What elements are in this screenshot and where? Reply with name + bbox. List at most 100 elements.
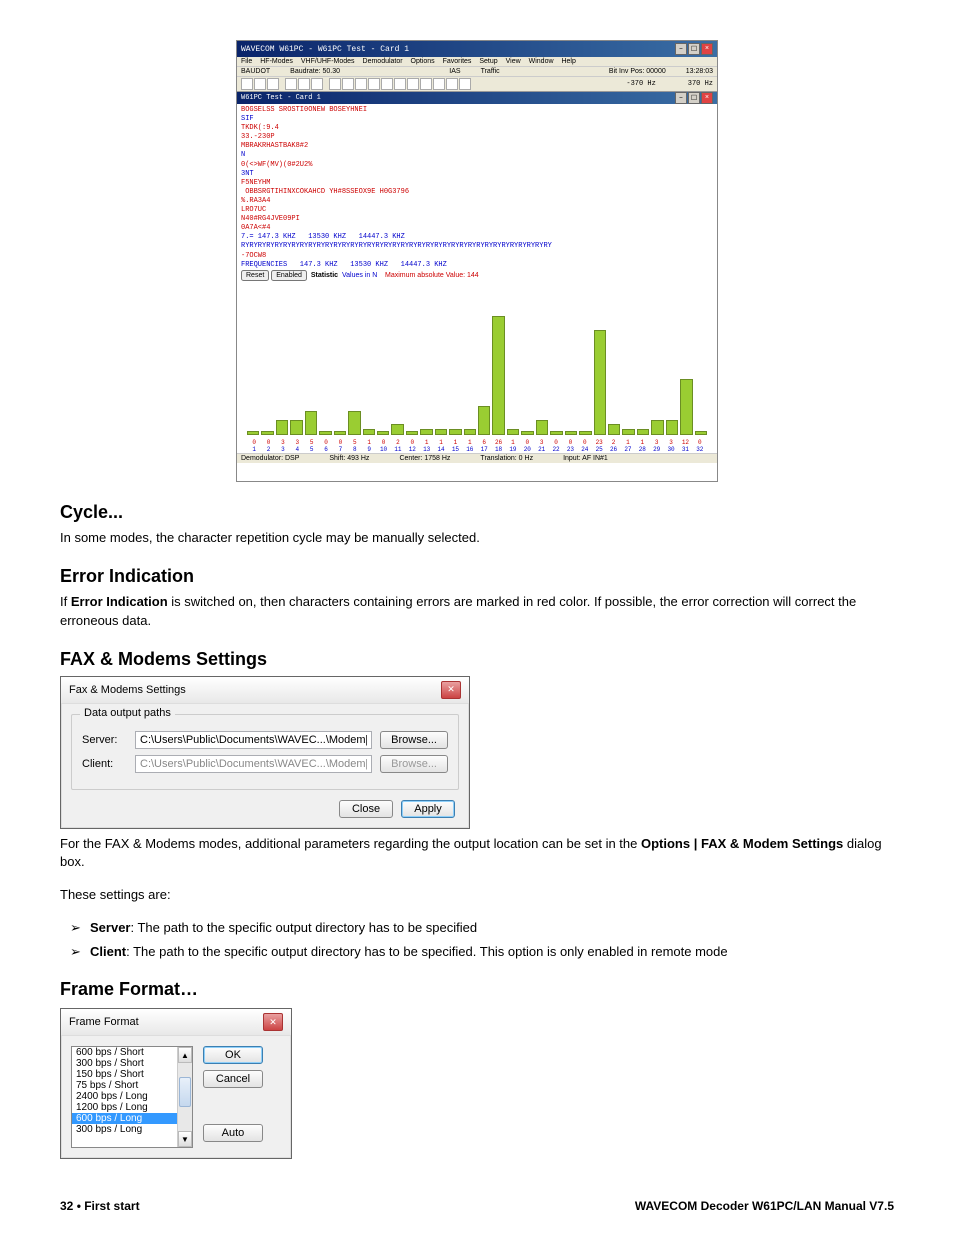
doc-title: W61PC Test - Card 1 <box>241 94 321 102</box>
apply-button[interactable]: Apply <box>401 800 455 818</box>
chart-bar <box>449 429 461 436</box>
freq-right: 370 Hz <box>688 80 713 88</box>
menu-window[interactable]: Window <box>529 58 554 65</box>
chart-bar <box>521 431 533 435</box>
menu-view[interactable]: View <box>506 58 521 65</box>
frame-format-listbox[interactable]: 600 bps / Short300 bps / Short150 bps / … <box>71 1046 193 1148</box>
chart-bar <box>579 431 591 435</box>
chart-bar <box>492 316 504 435</box>
minimize-button[interactable]: – <box>675 43 687 55</box>
chart-bar <box>391 424 403 435</box>
status-shift: Shift: 493 Hz <box>329 455 369 462</box>
list-item[interactable]: 1200 bps / Long <box>72 1102 192 1113</box>
terminal-output: BOGSELSS SROSTI0ONEW BOSEYHNEISIFTKDK(:9… <box>237 104 717 268</box>
list-item: Client: The path to the specific output … <box>90 943 894 961</box>
toolbar-button[interactable] <box>459 78 471 90</box>
toolbar-button[interactable] <box>420 78 432 90</box>
toolbar-button[interactable] <box>329 78 341 90</box>
chart-bar <box>261 431 273 435</box>
close-icon[interactable]: ✕ <box>441 681 461 699</box>
scroll-up-icon[interactable]: ▲ <box>178 1047 192 1063</box>
toolbar-button[interactable] <box>433 78 445 90</box>
toolbar-button[interactable] <box>368 78 380 90</box>
status-bar: Demodulator: DSP Shift: 493 Hz Center: 1… <box>237 453 717 463</box>
toolbar-button[interactable] <box>446 78 458 90</box>
chart-bar <box>637 429 649 436</box>
chart-bar <box>651 420 663 436</box>
client-path-input <box>135 755 372 773</box>
server-path-input[interactable] <box>135 731 372 749</box>
doc-min[interactable]: – <box>675 92 687 104</box>
list-item[interactable]: 150 bps / Short <box>72 1069 192 1080</box>
close-icon[interactable]: ✕ <box>263 1013 283 1031</box>
window-title: WAVECOM W61PC - W61PC Test - Card 1 <box>241 45 409 54</box>
menu-setup[interactable]: Setup <box>479 58 497 65</box>
menu-vhf[interactable]: VHF/UHF-Modes <box>301 58 355 65</box>
menubar[interactable]: File HF-Modes VHF/UHF-Modes Demodulator … <box>237 57 717 67</box>
menu-help[interactable]: Help <box>561 58 575 65</box>
toolbar-button[interactable] <box>342 78 354 90</box>
maximize-button[interactable]: ☐ <box>688 43 700 55</box>
scrollbar[interactable]: ▲ ▼ <box>177 1047 192 1147</box>
chart-area: 0102333455060758190102110121131141151166… <box>237 283 717 453</box>
toolbar-button[interactable] <box>241 78 253 90</box>
server-browse-button[interactable]: Browse... <box>380 731 448 749</box>
toolbar[interactable]: -370 Hz 370 Hz <box>237 77 717 92</box>
cycle-paragraph: In some modes, the character repetition … <box>60 529 894 548</box>
chart-bar <box>680 379 692 435</box>
chart-stat-label: Statistic <box>311 272 338 279</box>
toolbar-button[interactable] <box>254 78 266 90</box>
menu-options[interactable]: Options <box>411 58 435 65</box>
toolbar-button[interactable] <box>381 78 393 90</box>
menu-demod[interactable]: Demodulator <box>363 58 403 65</box>
scroll-down-icon[interactable]: ▼ <box>178 1131 192 1147</box>
chart-bar <box>276 420 288 436</box>
info-baud: Baudrate: 50.30 <box>290 68 340 75</box>
heading-fax: FAX & Modems Settings <box>60 649 894 670</box>
menu-file[interactable]: File <box>241 58 252 65</box>
close-button[interactable]: Close <box>339 800 393 818</box>
auto-button[interactable]: Auto <box>203 1124 263 1142</box>
toolbar-button[interactable] <box>407 78 419 90</box>
toolbar-button[interactable] <box>394 78 406 90</box>
list-item[interactable]: 2400 bps / Long <box>72 1091 192 1102</box>
reset-button[interactable]: Reset <box>241 270 269 281</box>
chart-bar <box>507 429 519 436</box>
enabled-button[interactable]: Enabled <box>271 270 307 281</box>
list-item[interactable]: 600 bps / Short <box>72 1047 192 1058</box>
server-label: Server: <box>82 734 127 746</box>
manual-title: WAVECOM Decoder W61PC/LAN Manual V7.5 <box>635 1199 894 1213</box>
data-output-paths-group: Data output paths Server: Browse... Clie… <box>71 714 459 790</box>
chart-bar <box>565 431 577 435</box>
fax-dialog: Fax & Modems Settings ✕ Data output path… <box>60 676 470 829</box>
chart-toolbar: Reset Enabled Statistic Values in N Maxi… <box>237 268 717 283</box>
chart-bar <box>377 431 389 435</box>
toolbar-button[interactable] <box>267 78 279 90</box>
toolbar-button[interactable] <box>311 78 323 90</box>
heading-frame: Frame Format… <box>60 979 894 1000</box>
ok-button[interactable]: OK <box>203 1046 263 1064</box>
list-item[interactable]: 600 bps / Long <box>72 1113 192 1124</box>
chart-bar <box>334 431 346 435</box>
fax-settings-list: Server: The path to the specific output … <box>60 919 894 961</box>
list-item[interactable]: 300 bps / Long <box>72 1124 192 1135</box>
doc-max[interactable]: ☐ <box>688 92 700 104</box>
menu-fav[interactable]: Favorites <box>443 58 472 65</box>
chart-bar <box>608 424 620 435</box>
info-time: 13:28:03 <box>686 68 713 75</box>
dialog-title: Frame Format <box>69 1016 139 1028</box>
menu-hf[interactable]: HF-Modes <box>260 58 293 65</box>
toolbar-button[interactable] <box>285 78 297 90</box>
list-item[interactable]: 75 bps / Short <box>72 1080 192 1091</box>
chart-bar <box>290 420 302 436</box>
list-item[interactable]: 300 bps / Short <box>72 1058 192 1069</box>
toolbar-button[interactable] <box>355 78 367 90</box>
chart-bar <box>363 429 375 436</box>
toolbar-button[interactable] <box>298 78 310 90</box>
page-number: 32 • First start <box>60 1199 140 1213</box>
cancel-button[interactable]: Cancel <box>203 1070 263 1088</box>
scroll-thumb[interactable] <box>179 1077 191 1107</box>
info-bar: BAUDOT Baudrate: 50.30 IAS Traffic Bit I… <box>237 67 717 77</box>
close-button[interactable]: × <box>701 43 713 55</box>
doc-close[interactable]: × <box>701 92 713 104</box>
